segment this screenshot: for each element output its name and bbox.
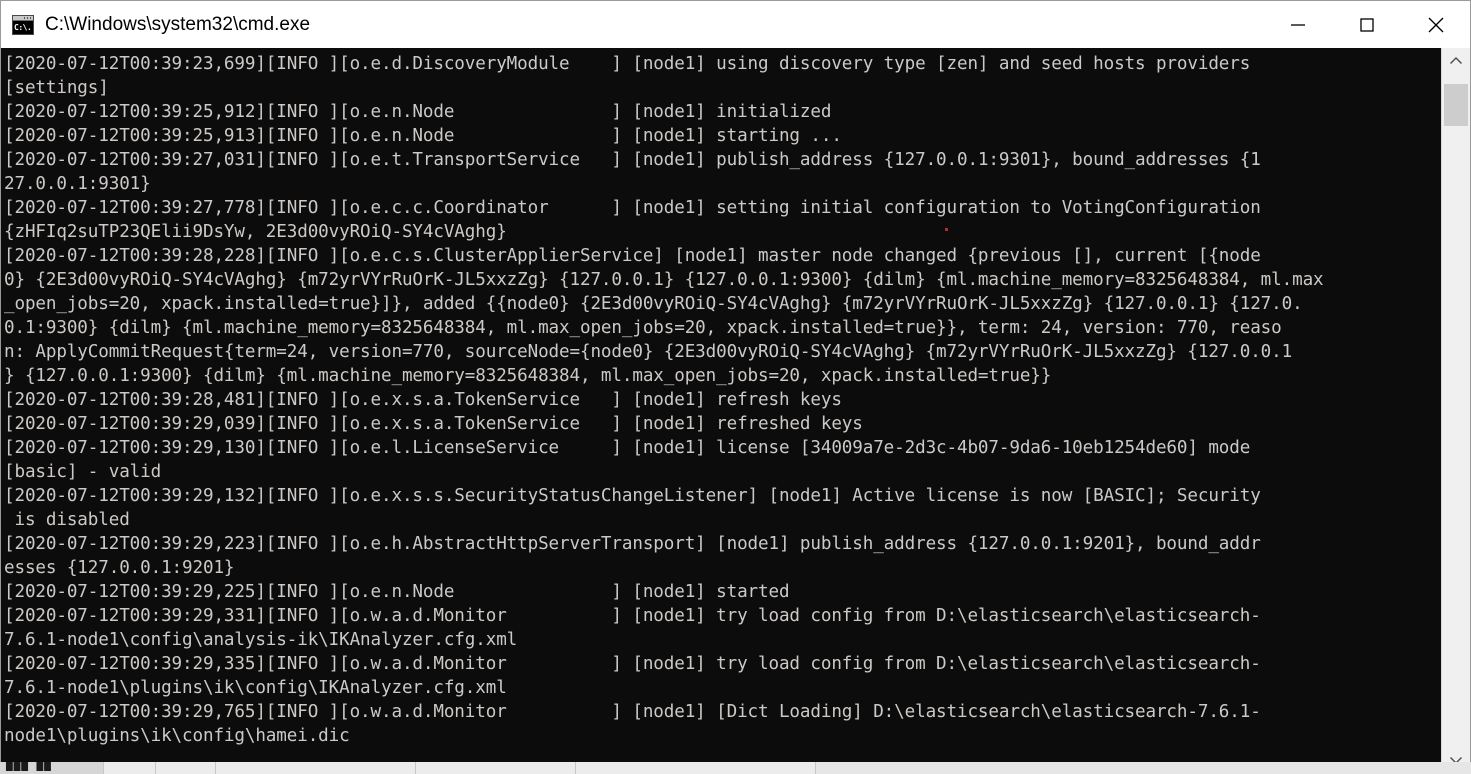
taskbar-item[interactable] [104,762,156,774]
console-line: [2020-07-12T00:39:29,765][INFO ][o.w.a.d… [4,702,1261,722]
taskbar-item[interactable] [156,762,216,774]
console-line: 7.6.1-node1\plugins\ik\config\IKAnalyzer… [4,678,507,698]
console-line: 7.6.1-node1\config\analysis-ik\IKAnalyze… [4,630,518,650]
console-line: esses {127.0.0.1:9201} [4,558,235,578]
cmd-icon: C:\. [12,14,34,35]
console-line: [2020-07-12T00:39:25,912][INFO ][o.e.n.N… [4,102,832,122]
title-bar[interactable]: C:\. C:\Windows\system32\cmd.exe [0,0,1471,48]
console-line: [2020-07-12T00:39:25,913][INFO ][o.e.n.N… [4,126,842,146]
taskbar-item[interactable] [416,762,576,774]
minimize-button[interactable] [1263,1,1332,48]
console-line: _open_jobs=20, xpack.installed=true}]}, … [4,294,1303,314]
console-line: [2020-07-12T00:39:29,225][INFO ][o.e.n.N… [4,582,790,602]
console-line: node1\plugins\ik\config\hamei.dic [4,726,350,746]
console-line: [2020-07-12T00:39:23,699][INFO ][o.e.d.D… [4,54,1251,74]
console-area[interactable]: [2020-07-12T00:39:23,699][INFO ][o.e.d.D… [0,48,1471,774]
console-line: [2020-07-12T00:39:27,031][INFO ][o.e.t.T… [4,150,1261,170]
console-line: [basic] - valid [4,462,162,482]
console-line: {zHFIq2suTP23QElii9DsYw, 2E3d00vyROiQ-SY… [4,222,507,242]
console-line: [settings] [4,78,109,98]
console-line: [2020-07-12T00:39:27,778][INFO ][o.e.c.c… [4,198,1261,218]
window-title: C:\Windows\system32\cmd.exe [45,13,311,35]
cmd-icon-glyph: C:\. [13,20,33,34]
console-line: [2020-07-12T00:39:29,130][INFO ][o.e.l.L… [4,438,1251,458]
scroll-up-arrow-icon[interactable] [1442,48,1470,74]
console-line: [2020-07-12T00:39:29,335][INFO ][o.w.a.d… [4,654,1261,674]
console-line: [2020-07-12T00:39:29,039][INFO ][o.e.x.s… [4,414,863,434]
console-line: 27.0.0.1:9301} [4,174,151,194]
console-line: 0.1:9300} {dilm} {ml.machine_memory=8325… [4,318,1282,338]
console-line: [2020-07-12T00:39:29,223][INFO ][o.e.h.A… [4,534,1261,554]
cmd-window: C:\. C:\Windows\system32\cmd.exe [2020-0… [0,0,1471,774]
scrollbar-track[interactable] [1442,74,1470,747]
console-output[interactable]: [2020-07-12T00:39:23,699][INFO ][o.e.d.D… [1,48,1441,773]
taskbar-item[interactable] [216,762,416,774]
maximize-button[interactable] [1332,1,1401,48]
taskbar-item[interactable] [576,762,816,774]
title-bar-left: C:\. C:\Windows\system32\cmd.exe [1,14,1263,36]
console-line: is disabled [4,510,130,530]
close-button[interactable] [1401,1,1470,48]
taskbar-item-glyph: ███ ██ [6,762,52,771]
console-line: 0} {2E3d00vyROiQ-SY4cVAghg} {m72yrVYrRuO… [4,270,1324,290]
console-line: [2020-07-12T00:39:28,481][INFO ][o.e.x.s… [4,390,842,410]
console-line: [2020-07-12T00:39:29,132][INFO ][o.e.x.s… [4,486,1261,506]
console-line: } {127.0.0.1:9300} {dilm} {ml.machine_me… [4,366,1052,386]
scrollbar-thumb[interactable] [1444,84,1468,126]
vertical-scrollbar[interactable] [1441,48,1470,773]
taskbar-item[interactable]: ███ ██ [0,762,104,774]
window-controls [1263,1,1470,48]
windows-taskbar[interactable]: ███ ██ [0,762,1471,774]
console-line: n: ApplyCommitRequest{term=24, version=7… [4,342,1293,362]
console-line: [2020-07-12T00:39:29,331][INFO ][o.w.a.d… [4,606,1261,626]
console-line: [2020-07-12T00:39:28,228][INFO ][o.e.c.s… [4,246,1261,266]
